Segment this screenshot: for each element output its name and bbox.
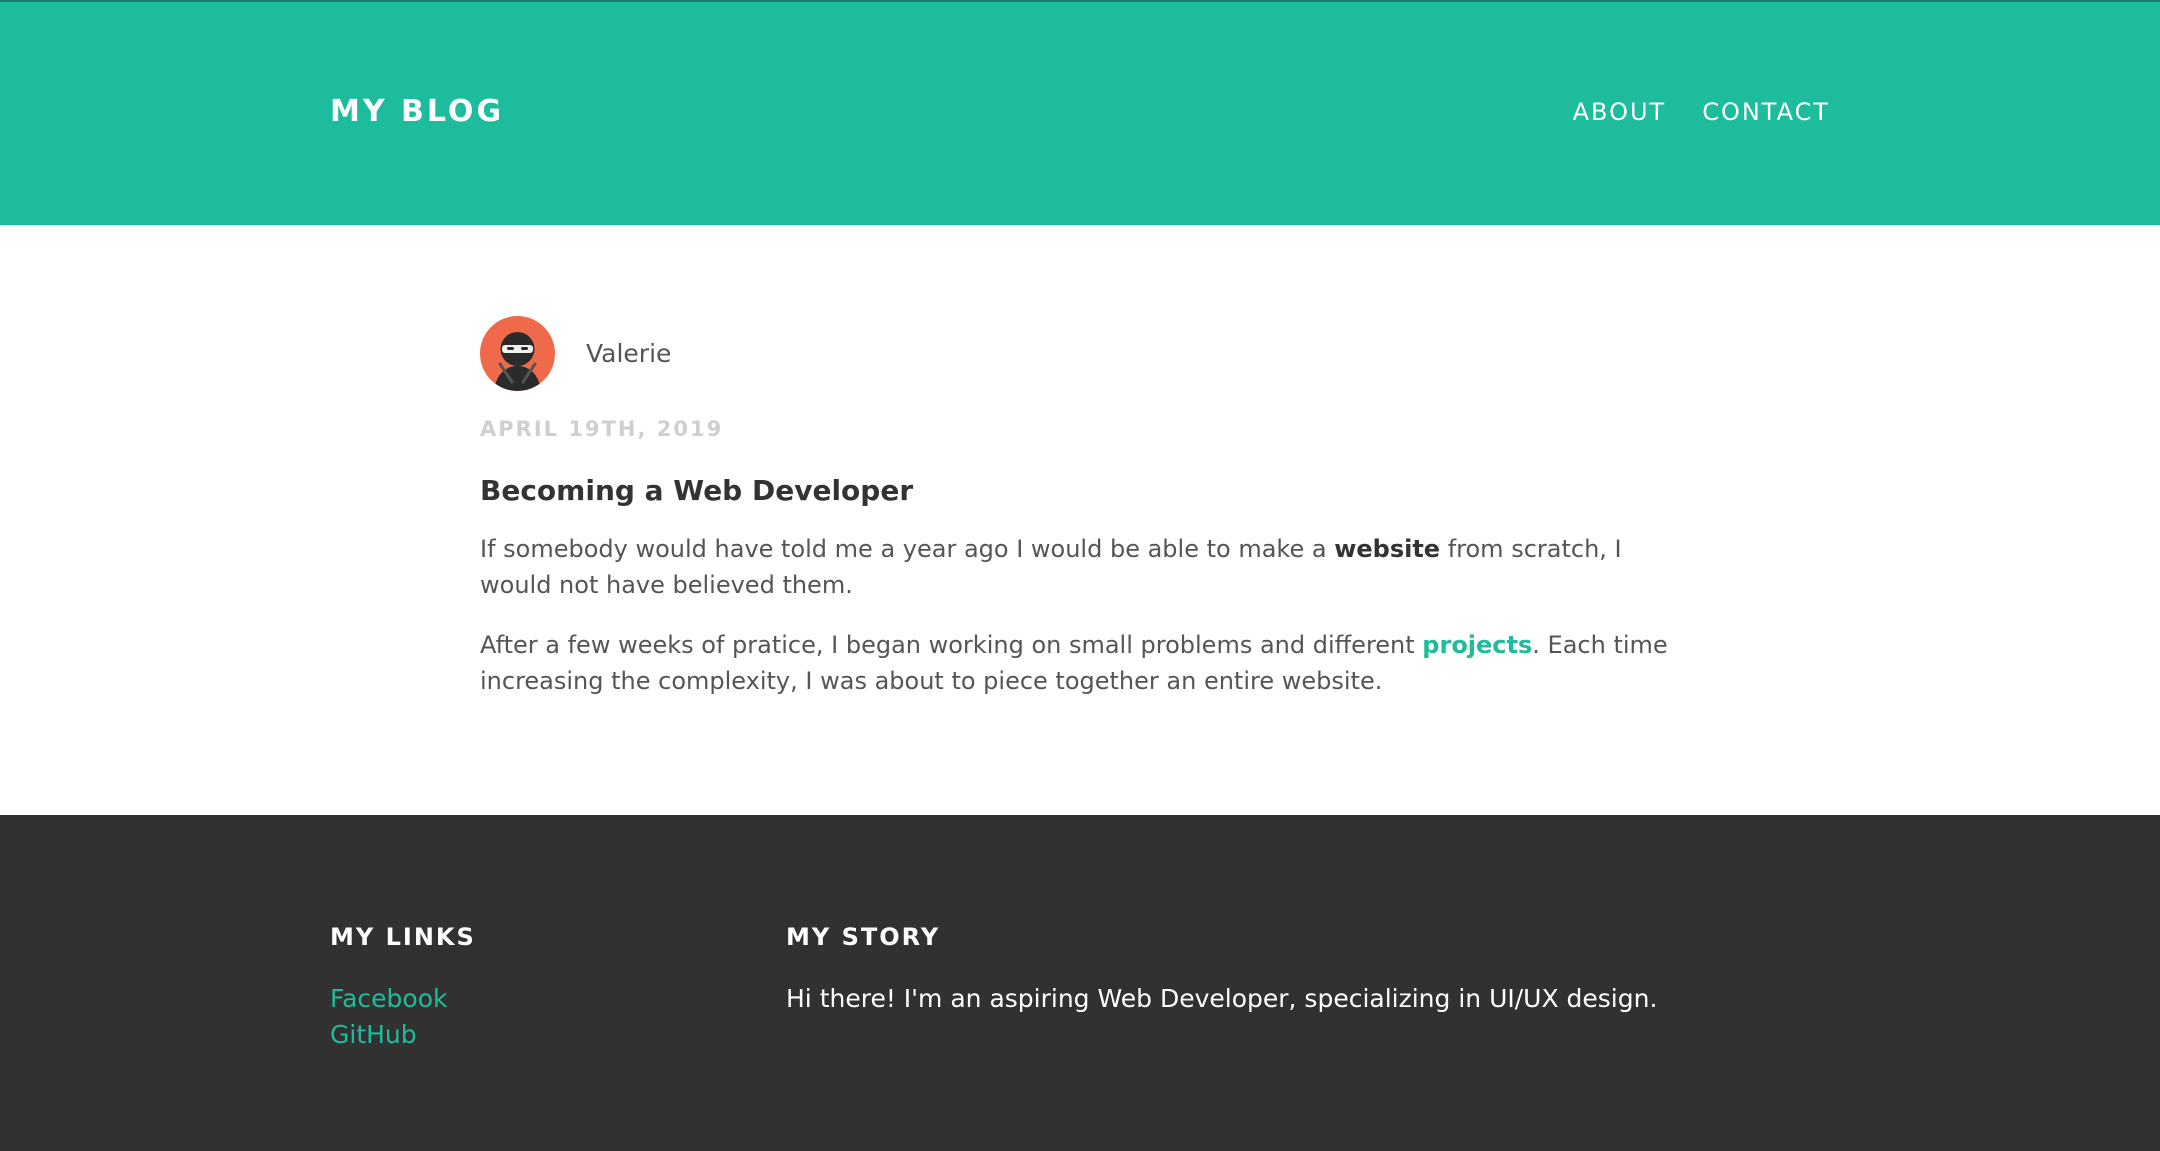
footer-links-heading: MY LINKS	[330, 923, 476, 951]
nav-link-about[interactable]: ABOUT	[1573, 95, 1667, 129]
site-logo-link[interactable]: MY BLOG	[330, 92, 504, 132]
blog-post: Valerie APRIL 19TH, 2019 Becoming a Web …	[480, 316, 1680, 699]
paragraph-text: If somebody would have told me a year ag…	[480, 535, 1335, 563]
ninja-avatar-icon	[480, 316, 555, 391]
footer-story-text: Hi there! I'm an aspiring Web Developer,…	[786, 984, 1658, 1013]
post-paragraph: After a few weeks of pratice, I began wo…	[480, 627, 1680, 699]
emphasis-text: website	[1334, 535, 1441, 563]
facebook-link[interactable]: Facebook	[330, 981, 476, 1017]
main-nav: ABOUT CONTACT	[1573, 95, 1830, 129]
footer-links-column: MY LINKS Facebook GitHub	[330, 920, 476, 1053]
site-footer: MY LINKS Facebook GitHub MY STORY Hi the…	[0, 815, 2160, 1151]
footer-story-column: MY STORY Hi there! I'm an aspiring Web D…	[786, 920, 1657, 1017]
post-date: APRIL 19TH, 2019	[480, 417, 724, 441]
github-link[interactable]: GitHub	[330, 1017, 476, 1053]
header-top-border	[0, 0, 2160, 2]
paragraph-text: After a few weeks of pratice, I began wo…	[480, 631, 1423, 659]
post-paragraph: If somebody would have told me a year ag…	[480, 531, 1680, 603]
projects-link[interactable]: projects	[1422, 631, 1532, 659]
author-name: Valerie	[586, 339, 672, 368]
post-title: Becoming a Web Developer	[480, 474, 914, 507]
site-header: MY BLOG ABOUT CONTACT	[0, 0, 2160, 225]
author-info: Valerie	[480, 316, 1680, 391]
footer-story-heading: MY STORY	[786, 923, 941, 951]
footer-links-list: Facebook GitHub	[330, 981, 476, 1053]
nav-link-contact[interactable]: CONTACT	[1702, 95, 1830, 129]
